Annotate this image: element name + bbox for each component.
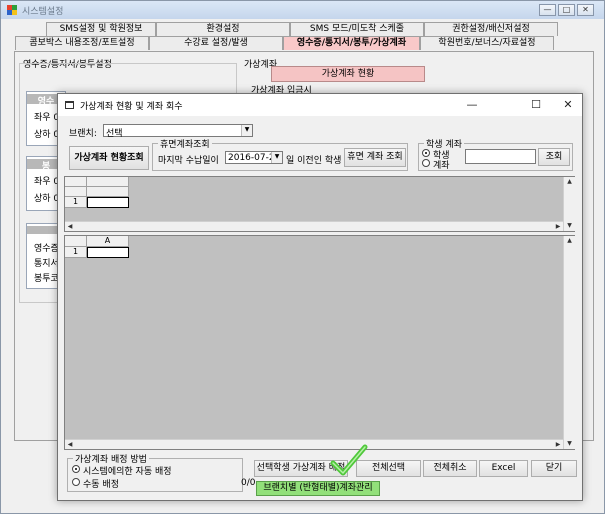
grid-col-header[interactable]: [87, 187, 129, 197]
vertical-scrollbar[interactable]: ▲ ▼: [563, 177, 575, 231]
tab-tuition-settings[interactable]: 수강료 설정/발생: [149, 36, 283, 50]
dialog-minimize-button[interactable]: —: [456, 94, 488, 116]
grid-row-number: 1: [65, 247, 87, 258]
window-title: 시스템설정: [22, 7, 64, 17]
print-notice: 통지서: [34, 259, 59, 269]
envelope-lr: 좌우 0: [34, 177, 60, 187]
selection-count: 0/0: [241, 478, 256, 488]
branch-label: 브랜치:: [69, 129, 97, 139]
radio-student[interactable]: [422, 149, 430, 157]
grid-corner: [65, 177, 87, 187]
tab-receipt-virtual-account[interactable]: 영수증/통지서/봉투/가상계좌: [283, 36, 420, 50]
before-student-label: 일 이전인 학생: [286, 156, 342, 166]
radio-manual-assign-label: 수동 배정: [83, 480, 119, 490]
dialog-title-bar: 가상계좌 현황 및 계좌 회수 — ☐ ✕: [58, 94, 582, 116]
search-button[interactable]: 조회: [538, 148, 570, 166]
window-icon: [65, 101, 74, 109]
scroll-left-icon[interactable]: ◀: [65, 440, 75, 450]
scroll-up-icon[interactable]: ▲: [564, 177, 575, 187]
envelope-tb: 상하 0: [34, 194, 60, 204]
radio-manual-assign[interactable]: [72, 478, 80, 486]
chevron-down-icon[interactable]: ▼: [241, 125, 252, 136]
dormant-lookup-button[interactable]: 휴면 계좌 조회: [344, 148, 406, 167]
last-payment-label: 마지막 수납일이: [158, 156, 219, 166]
dialog-close-button[interactable]: ✕: [552, 94, 584, 116]
dialog-maximize-button[interactable]: ☐: [520, 94, 552, 116]
horizontal-scrollbar[interactable]: ◀ ▶: [65, 221, 563, 231]
scroll-down-icon[interactable]: ▼: [564, 439, 575, 449]
virtual-status-lookup-button[interactable]: 가상계좌 현황조회: [69, 146, 149, 170]
grid-cell[interactable]: [87, 247, 129, 258]
vertical-scrollbar[interactable]: ▲ ▼: [563, 236, 575, 449]
title-bar: 시스템설정 — □ ✕: [1, 1, 604, 19]
radio-account-label: 계좌: [433, 161, 450, 171]
grid-col-header-a[interactable]: A: [87, 236, 129, 247]
student-grid[interactable]: 1 ▲ ▼ ◀ ▶: [64, 176, 575, 232]
radio-auto-assign-label: 시스템에의한 자동 배정: [83, 467, 172, 477]
receipt-lr: 좌우 0: [34, 113, 60, 123]
close-dialog-button[interactable]: 닫기: [531, 460, 577, 477]
grid-row-number: 1: [65, 197, 87, 208]
print-receipt: 영수증: [34, 244, 59, 254]
receipt-tb: 상하 0: [34, 130, 60, 140]
grid-corner: [65, 236, 87, 247]
radio-account[interactable]: [422, 159, 430, 167]
dormant-account-legend: 휴면계좌조회: [158, 137, 212, 150]
virtual-status-button[interactable]: 가상계좌 현황: [271, 66, 425, 82]
search-input[interactable]: [465, 149, 536, 164]
tab-combobox-settings[interactable]: 콤보박스 내용조정/포트설정: [15, 36, 149, 50]
account-grid[interactable]: A 1 ▲ ▼ ◀ ▶: [64, 235, 575, 450]
virtual-account-dialog: 가상계좌 현황 및 계좌 회수 — ☐ ✕ 브랜치: 선택 ▼ 가상계좌 현황조…: [57, 93, 583, 501]
print-envelope: 봉투코: [34, 274, 59, 284]
grid-cell[interactable]: [87, 197, 129, 208]
tab-environment[interactable]: 환경설정: [156, 22, 290, 36]
scroll-down-icon[interactable]: ▼: [564, 221, 575, 231]
branch-account-manage-button[interactable]: 브랜치별 (반형태별)계좌관리: [256, 481, 380, 496]
horizontal-scrollbar[interactable]: ◀ ▶: [65, 439, 563, 449]
excel-button[interactable]: Excel: [479, 460, 528, 477]
dialog-title: 가상계좌 현황 및 계좌 회수: [80, 102, 183, 112]
grid-col-header[interactable]: [87, 177, 129, 187]
branch-select[interactable]: 선택 ▼: [103, 124, 253, 139]
scroll-right-icon[interactable]: ▶: [553, 440, 563, 450]
checkmark-icon: [330, 444, 368, 476]
minimize-button[interactable]: —: [539, 4, 556, 16]
tab-academy-number[interactable]: 학원번호/보너스/자료설정: [420, 36, 554, 50]
chevron-down-icon[interactable]: ▼: [271, 152, 282, 163]
branch-select-value: 선택: [106, 129, 123, 139]
tab-sms-settings[interactable]: SMS설정 및 학원정보: [46, 22, 156, 36]
deselect-all-button[interactable]: 전체취소: [423, 460, 477, 477]
maximize-button[interactable]: □: [558, 4, 575, 16]
grid-row-header: [65, 187, 87, 197]
app-icon: [7, 5, 17, 15]
close-button[interactable]: ✕: [577, 4, 594, 16]
tab-permissions[interactable]: 권한설정/배신저설정: [424, 22, 558, 36]
scroll-right-icon[interactable]: ▶: [553, 222, 563, 232]
date-picker[interactable]: 2016-07-26 ▼: [225, 151, 283, 164]
tab-sms-mode[interactable]: SMS 모드/미도착 스케줄: [290, 22, 424, 36]
scroll-left-icon[interactable]: ◀: [65, 222, 75, 232]
radio-auto-assign[interactable]: [72, 465, 80, 473]
scroll-up-icon[interactable]: ▲: [564, 236, 575, 246]
